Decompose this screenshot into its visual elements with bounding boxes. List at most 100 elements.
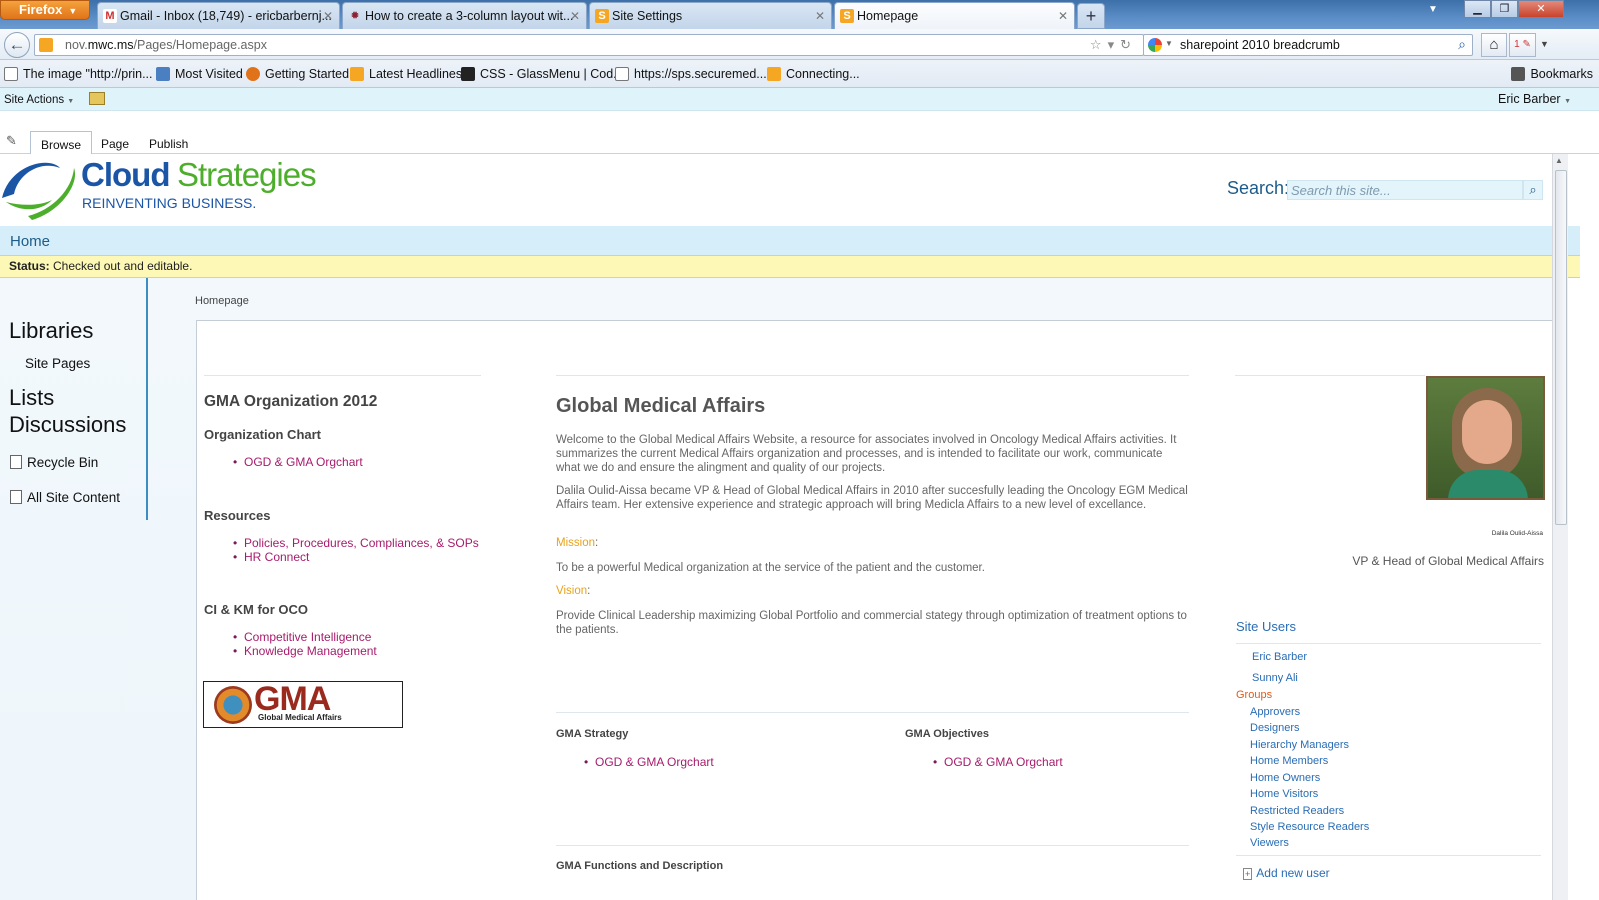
divider [556,712,1189,713]
breadcrumb: Homepage [195,295,249,307]
user-menu[interactable]: Eric Barber ▼ [1498,92,1571,106]
close-icon[interactable]: ✕ [323,9,333,23]
user-link[interactable]: Eric Barber [1252,651,1307,663]
search-query: sharepoint 2010 breadcrumb [1180,38,1340,52]
bookmark-item[interactable]: Connecting... [767,67,860,81]
page-icon [4,67,18,81]
tab-homepage[interactable]: S Homepage ✕ [834,2,1075,30]
browser-window: Firefox ▼ M Gmail - Inbox (18,749) - eric… [0,0,1599,900]
edit-icon[interactable]: ✎ [6,133,17,149]
bookmark-item[interactable]: Latest Headlines [350,67,462,81]
addon-button[interactable]: 1 ✎ [1509,33,1536,57]
search-icon[interactable]: ⌕ [1458,36,1466,53]
all-site-content-label: All Site Content [27,490,121,505]
tab-list-icon[interactable]: ▼ [1428,4,1438,15]
divider [1236,643,1541,644]
window-close-button[interactable]: ✕ [1518,0,1564,18]
topnav-home-link[interactable]: Home [10,233,50,250]
group-link[interactable]: Restricted Readers [1250,805,1344,817]
orgchart-link[interactable]: OGD & GMA Orgchart [233,455,363,469]
tab-gmail[interactable]: M Gmail - Inbox (18,749) - ericbarbernj.… [97,2,340,29]
tab-site-settings[interactable]: S Site Settings ✕ [589,2,832,29]
group-link[interactable]: Designers [1250,722,1300,734]
objectives-orgchart-link[interactable]: OGD & GMA Orgchart [933,755,1063,769]
google-icon [1148,38,1162,52]
scroll-up-icon[interactable]: ▲ [1555,156,1563,165]
strategy-orgchart-link[interactable]: OGD & GMA Orgchart [584,755,714,769]
add-new-user-link[interactable]: + Add new user [1243,866,1330,880]
tab-title: Gmail - Inbox (18,749) - ericbarbernj... [120,9,332,23]
logo-text[interactable]: Cloud [81,156,170,194]
logo-swoosh-icon [2,162,76,220]
tab-title: Homepage [857,9,919,23]
bookmarks-menu-button[interactable]: Bookmarks [1511,67,1593,81]
edit-page-icon[interactable] [89,92,105,105]
group-link[interactable]: Viewers [1250,837,1289,849]
bookmark-item[interactable]: Most Visited [156,67,243,81]
maximize-button[interactable]: ❐ [1491,0,1518,18]
home-icon[interactable]: ⌂ [1481,33,1507,57]
bookmark-label: Most Visited [175,67,243,81]
quicklaunch-libraries[interactable]: Libraries [9,318,93,344]
page-icon [615,67,629,81]
close-icon[interactable]: ✕ [815,9,825,23]
logo-tagline: REINVENTING BUSINESS. [82,195,257,211]
site-actions-menu[interactable]: Site Actions ▼ [4,94,74,106]
close-icon[interactable]: ✕ [1058,9,1068,23]
bookmark-star-icon[interactable]: ☆▾↻ [1090,37,1137,53]
bookmark-item[interactable]: Getting Started [246,67,349,81]
search-bar[interactable]: ▼ sharepoint 2010 breadcrumb ⌕ [1143,34,1473,56]
quicklaunch-lists[interactable]: Lists [9,385,54,411]
firefox-icon [246,67,260,81]
group-link[interactable]: Home Members [1250,755,1328,767]
content-area: Libraries Site Pages Lists Discussions R… [0,278,1552,900]
minimize-button[interactable]: ▁ [1464,0,1491,18]
firefox-menu-button[interactable]: Firefox ▼ [0,0,90,20]
bookmark-item[interactable]: CSS - GlassMenu | Cod... [461,67,624,81]
chevron-down-icon: ▼ [67,98,75,105]
quicklaunch-recycle-bin[interactable]: Recycle Bin [10,455,98,470]
chevron-down-icon[interactable]: ▼ [1165,39,1173,48]
resources-heading: Resources [204,508,271,523]
bookmark-label: CSS - GlassMenu | Cod... [480,67,624,81]
back-button[interactable]: ← [4,32,30,58]
tab-publish[interactable]: Publish [139,131,198,155]
group-link[interactable]: Home Owners [1250,772,1320,784]
site-search-input[interactable]: Search this site... [1287,180,1523,200]
competitive-intelligence-link[interactable]: Competitive Intelligence [233,630,371,644]
group-link[interactable]: Hierarchy Managers [1250,739,1349,751]
tab-browse[interactable]: Browse [30,131,93,155]
most-visited-icon [156,67,170,81]
group-link[interactable]: Home Visitors [1250,788,1318,800]
bookmark-item[interactable]: The image "http://prin... [4,67,153,81]
chevron-down-icon[interactable]: ▼ [1540,39,1549,49]
quicklaunch-discussions[interactable]: Discussions [9,412,126,438]
hr-connect-link[interactable]: HR Connect [233,550,309,564]
close-icon[interactable]: ✕ [570,9,580,23]
bookmark-item[interactable]: https://sps.securemed... [615,67,767,81]
quick-launch: Libraries Site Pages Lists Discussions R… [0,278,148,520]
group-link[interactable]: Approvers [1250,706,1300,718]
mission-label: Mission [556,537,595,549]
logo-text-secondary[interactable]: Strategies [177,156,317,194]
quicklaunch-all-site-content[interactable]: All Site Content [10,490,120,505]
tab-page[interactable]: Page [91,131,139,155]
scrollbar-thumb[interactable] [1555,170,1567,525]
bookmarks-menu-label: Bookmarks [1530,67,1593,81]
policies-link[interactable]: Policies, Procedures, Compliances, & SOP… [233,536,479,550]
mission-label-row: Mission: [556,537,599,549]
vertical-scrollbar[interactable]: ▲ [1552,154,1568,900]
user-link[interactable]: Sunny Ali [1252,672,1298,684]
new-tab-button[interactable]: + [1077,3,1105,29]
gma-logo[interactable]: GMA Global Medical Affairs [203,680,403,728]
group-link[interactable]: Style Resource Readers [1250,821,1369,833]
knowledge-management-link[interactable]: Knowledge Management [233,644,377,658]
url-bar[interactable]: nov.mwc.ms/Pages/Homepage.aspx ☆▾↻ [34,34,1144,56]
tab-3col-layout[interactable]: ✹ How to create a 3-column layout wit...… [342,2,587,29]
bookmarks-icon [1511,67,1526,81]
chevron-down-icon: ▼ [1564,98,1571,105]
quicklaunch-site-pages[interactable]: Site Pages [25,356,90,371]
search-icon[interactable]: ⌕ [1523,180,1543,200]
gmail-icon: M [103,9,117,23]
recycle-bin-label: Recycle Bin [27,455,99,470]
